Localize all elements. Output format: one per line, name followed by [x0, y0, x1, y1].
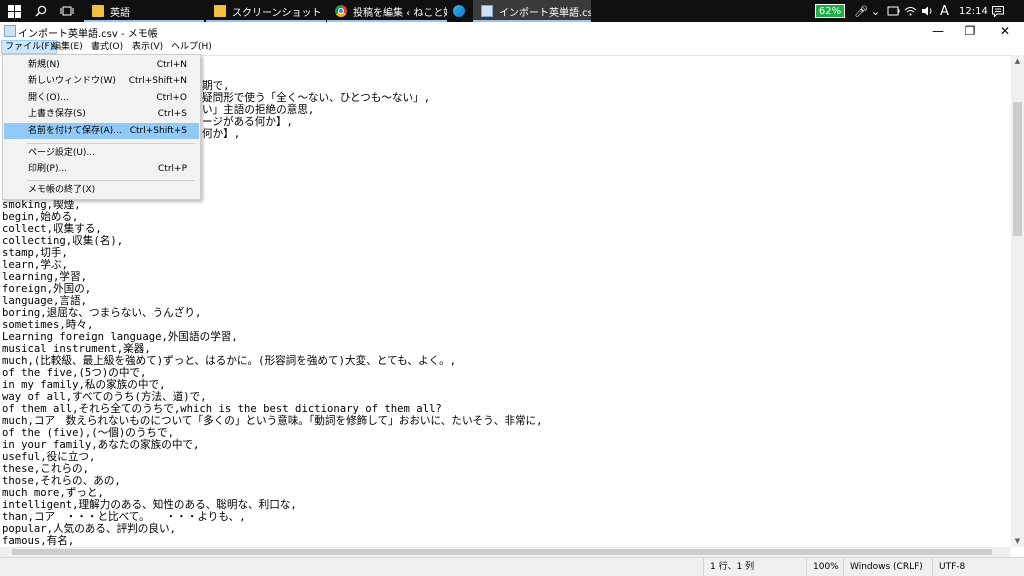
menu-item-save-as[interactable]: 名前を付けて保存(A)... Ctrl+Shift+S — [4, 123, 199, 139]
task-view-icon — [60, 6, 74, 16]
text-line: sometimes,時々, — [2, 319, 94, 331]
wifi-icon[interactable] — [904, 0, 917, 22]
menu-bar: ファイル(F) 編集(E) 書式(O) 表示(V) ヘルプ(H) — [0, 40, 1024, 54]
menu-format[interactable]: 書式(O) — [88, 40, 126, 54]
search-icon — [35, 5, 47, 17]
minimize-button[interactable]: — — [921, 22, 955, 40]
close-button[interactable]: ✕ — [988, 22, 1022, 40]
search-button[interactable] — [28, 0, 54, 22]
window-title: インポート英単語.csv - メモ帳 — [18, 29, 158, 40]
edge-icon — [453, 5, 465, 17]
menu-item-open[interactable]: 開く(O)... Ctrl+O — [4, 90, 199, 106]
text-line: in your family,あなたの家族の中で, — [2, 439, 200, 451]
text-line: learn,学ぶ, — [2, 259, 68, 271]
menu-item-exit[interactable]: メモ帳の終了(X) — [4, 182, 199, 198]
taskbar-app-edge[interactable] — [447, 0, 471, 22]
scroll-up-arrow-icon[interactable]: ▲ — [1011, 55, 1024, 67]
windows-logo-icon — [7, 4, 21, 18]
horizontal-scrollbar[interactable] — [0, 547, 1011, 557]
vertical-scroll-thumb[interactable] — [1013, 102, 1022, 236]
menu-help[interactable]: ヘルプ(H) — [168, 40, 215, 54]
menu-separator — [27, 143, 195, 144]
power-plug-icon[interactable] — [887, 0, 900, 22]
folder-icon — [214, 5, 226, 17]
ime-indicator[interactable]: A — [940, 0, 949, 22]
text-line: much,(比較級、最上級を強めて)ずっと、はるかに。(形容詞を強めて)大変、と… — [2, 355, 457, 367]
text-line: boring,退屈な、つまらない、うんざり, — [2, 307, 202, 319]
text-line: those,それらの、あの, — [2, 475, 121, 487]
line-ending: Windows (CRLF) — [843, 558, 930, 576]
menu-edit[interactable]: 編集(E) — [49, 40, 86, 54]
text-line: learning,学習, — [2, 271, 87, 283]
text-line: much more,ずっと, — [2, 487, 104, 499]
text-line: of the (five),(～個)のうちで, — [2, 427, 174, 439]
text-line: popular,人気のある、評判の良い, — [2, 523, 176, 535]
notepad-icon — [481, 5, 493, 17]
maximize-button[interactable]: ❐ — [953, 22, 987, 40]
text-line: famous,有名, — [2, 535, 75, 547]
menu-item-print[interactable]: 印刷(P)... Ctrl+P — [4, 161, 199, 177]
chrome-icon — [335, 5, 347, 17]
text-fragment: 期で, — [202, 80, 230, 92]
scroll-down-arrow-icon[interactable]: ▼ — [1011, 535, 1024, 547]
menu-item-page-setup[interactable]: ページ設定(U)... — [4, 145, 199, 161]
text-line: much,コア 数えられないものについて「多くの」という意味。「動詞を修飾して」… — [2, 415, 543, 427]
file-menu-dropdown: 新規(N) Ctrl+N 新しいウィンドウ(W) Ctrl+Shift+N 開く… — [2, 54, 201, 200]
chevron-down-icon[interactable]: ⌄ — [871, 0, 880, 22]
status-bar: 1 行、1 列 100% Windows (CRLF) UTF-8 — [0, 557, 1024, 576]
text-fragment: ージがある何か】, — [202, 116, 293, 128]
mic-icon[interactable]: 🎤︎ — [854, 0, 868, 22]
text-line: stamp,切手, — [2, 247, 68, 259]
text-fragment: い」主語の拒絶の意思, — [202, 104, 315, 116]
text-line: Learning foreign language,外国語の学習, — [2, 331, 238, 343]
menu-separator — [27, 180, 195, 181]
text-line: these,これらの, — [2, 463, 90, 475]
text-line: in my family,私の家族の中で, — [2, 379, 166, 391]
battery-indicator[interactable]: 62% — [815, 4, 845, 18]
task-view-button[interactable] — [54, 0, 80, 22]
taskbar-app-screenshot-folder[interactable]: スクリーンショット — [206, 0, 326, 22]
encoding: UTF-8 — [932, 558, 1019, 576]
window-title-bar[interactable]: インポート英単語.csv - メモ帳 — [0, 22, 1024, 40]
vertical-scrollbar[interactable]: ▲ ▼ — [1011, 55, 1024, 547]
horizontal-scroll-thumb[interactable] — [12, 549, 992, 555]
taskbar-app-notepad[interactable]: インポート英単語.csv - ... — [473, 0, 591, 22]
menu-item-new[interactable]: 新規(N) Ctrl+N — [4, 57, 199, 73]
text-fragment: 疑問形で使う「全く～ない、ひとつも～ない」, — [202, 92, 431, 104]
menu-item-new-window[interactable]: 新しいウィンドウ(W) Ctrl+Shift+N — [4, 73, 199, 89]
cursor-position: 1 行、1 列 — [703, 558, 806, 576]
folder-icon — [92, 5, 104, 17]
editor-text-lines: smoking,喫煙, begin,始める, collect,収集する, collec… — [2, 199, 543, 547]
text-line: musical instrument,楽器, — [2, 343, 151, 355]
text-line: useful,役に立つ, — [2, 451, 96, 463]
text-line: smoking,喫煙, — [2, 199, 81, 211]
text-line: intelligent,理解力のある、知性のある、聡明な、利口な, — [2, 499, 297, 511]
menu-item-save[interactable]: 上書き保存(S) Ctrl+S — [4, 106, 199, 122]
text-line: language,言語, — [2, 295, 87, 307]
zoom-level: 100% — [806, 558, 843, 576]
notepad-icon — [4, 25, 16, 37]
start-button[interactable] — [0, 0, 28, 22]
notification-icon[interactable] — [992, 0, 1004, 22]
text-line: than,コア ・・・と比べて。 ・・・よりも、, — [2, 511, 246, 523]
taskbar-app-chrome[interactable]: 投稿を編集 ‹ ねこと姫 ... — [327, 0, 447, 22]
text-line: of the five,(5つ)の中で, — [2, 367, 147, 379]
menu-view[interactable]: 表示(V) — [129, 40, 166, 54]
volume-icon[interactable] — [921, 0, 934, 22]
taskbar: 英語 スクリーンショット 投稿を編集 ‹ ねこと姫 ... インポート英単語.c… — [0, 0, 1024, 22]
text-line: way of all,すべてのうち(方法、道)で, — [2, 391, 207, 403]
text-fragment: 何か】, — [202, 128, 241, 140]
clock[interactable]: 12:14 — [959, 0, 988, 22]
text-line: foreign,外国の, — [2, 283, 92, 295]
text-line: collecting,収集(名), — [2, 235, 124, 247]
taskbar-app-eigo-folder[interactable]: 英語 — [84, 0, 204, 22]
text-line: collect,収集する, — [2, 223, 102, 235]
text-line: begin,始める, — [2, 211, 79, 223]
text-line: of them all,それら全てのうちで,which is the best … — [2, 403, 442, 415]
